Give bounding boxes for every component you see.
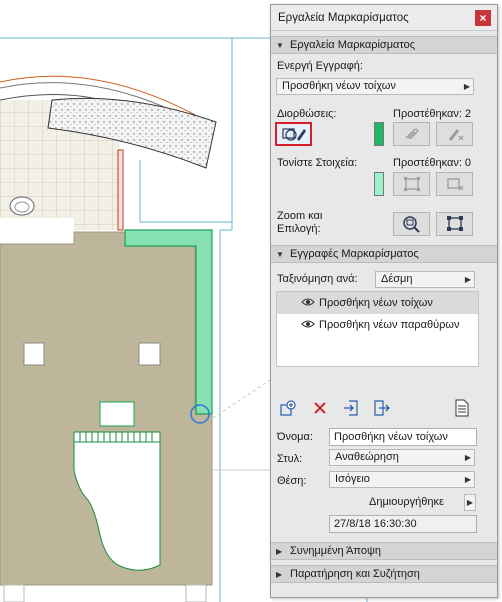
opening bbox=[23, 342, 45, 366]
remove-from-correction-button[interactable] bbox=[436, 122, 473, 146]
expand-arrow-icon: ▶ bbox=[276, 569, 283, 579]
section-header-markup-entries[interactable]: ▼ Εγγραφές Μαρκαρίσματος bbox=[271, 245, 497, 263]
export-button[interactable] bbox=[373, 399, 391, 417]
style-label: Στυλ: bbox=[277, 453, 303, 465]
style-value: Αναθεώρηση bbox=[335, 451, 399, 463]
sort-label: Ταξινόμηση ανά: bbox=[277, 273, 358, 285]
zoom-label-line2: Επιλογή: bbox=[277, 223, 321, 235]
created-label: Δημιουργήθηκε bbox=[369, 496, 444, 508]
section-title: Συνημμένη Άποψη bbox=[290, 545, 381, 557]
zoom-label-line1: Zoom και bbox=[277, 210, 323, 222]
section-header-attached-view[interactable]: ▶ Συνημμένη Άποψη bbox=[271, 542, 497, 560]
export-icon bbox=[374, 400, 390, 416]
section-title: Εργαλεία Μαρκαρίσματος bbox=[290, 39, 416, 51]
footing bbox=[3, 584, 25, 602]
list-item[interactable]: Προσθήκη νέων τοίχων bbox=[277, 292, 478, 314]
palette-titlebar[interactable]: Εργαλεία Μαρκαρίσματος × bbox=[271, 5, 497, 31]
dropdown-arrow-icon: ▶ bbox=[464, 475, 471, 484]
position-label: Θέση: bbox=[277, 475, 307, 487]
markup-entries-list: Προσθήκη νέων τοίχων Προσθήκη νέων παραθ… bbox=[276, 291, 479, 367]
active-entry-value: Προσθήκη νέων τοίχων bbox=[282, 80, 396, 92]
remove-highlight-button[interactable] bbox=[436, 172, 473, 196]
section-title: Εγγραφές Μαρκαρίσματος bbox=[290, 248, 419, 260]
import-icon bbox=[344, 400, 358, 416]
document-icon bbox=[455, 399, 469, 417]
select-elements-icon bbox=[446, 216, 463, 231]
name-field[interactable]: Προσθήκη νέων τοίχων bbox=[329, 428, 477, 446]
opening bbox=[99, 401, 135, 427]
dropdown-arrow-icon: ▶ bbox=[464, 453, 471, 462]
section-header-comments[interactable]: ▶ Παρατήρηση και Συζήτηση bbox=[271, 565, 497, 583]
created-timestamp: 27/8/18 16:30:30 bbox=[329, 515, 477, 533]
markup-pen-button[interactable] bbox=[275, 122, 312, 146]
name-label: Όνομα: bbox=[277, 431, 313, 443]
list-item[interactable]: Προσθήκη νέων παραθύρων bbox=[277, 314, 478, 336]
add-entry-icon bbox=[280, 400, 296, 416]
highlight-remove-icon bbox=[446, 178, 463, 191]
palette-title: Εργαλεία Μαρκαρίσματος bbox=[278, 11, 409, 24]
section-wall bbox=[117, 149, 124, 231]
select-elements-button[interactable] bbox=[436, 212, 473, 236]
highlight-color-swatch[interactable] bbox=[374, 172, 384, 196]
highlight-add-icon bbox=[403, 177, 420, 191]
created-expand-button[interactable]: ▶ bbox=[464, 494, 476, 511]
section-header-markup-tools[interactable]: ▼ Εργαλεία Μαρκαρίσματος bbox=[271, 36, 497, 54]
expand-arrow-icon: ▶ bbox=[276, 546, 283, 556]
delete-entry-button[interactable] bbox=[311, 399, 329, 417]
add-highlight-button[interactable] bbox=[393, 172, 430, 196]
active-entry-label: Ενεργή Εγγραφή: bbox=[277, 60, 363, 72]
style-dropdown[interactable]: Αναθεώρηση ▶ bbox=[329, 449, 475, 466]
corrections-label: Διορθώσεις: bbox=[277, 108, 337, 120]
highlight-added-count: Προστέθηκαν: 0 bbox=[393, 157, 472, 169]
corrections-added-count: Προστέθηκαν: 2 bbox=[393, 108, 472, 120]
markup-tools-palette: Εργαλεία Μαρκαρίσματος × ▼ Εργαλεία Μαρκ… bbox=[270, 4, 498, 598]
correction-color-swatch[interactable] bbox=[374, 122, 384, 146]
dropdown-arrow-icon: ▶ bbox=[464, 275, 471, 284]
section-title: Παρατήρηση και Συζήτηση bbox=[290, 568, 420, 580]
markup-tools-body: Ενεργή Εγγραφή: Προσθήκη νέων τοίχων ▶ Δ… bbox=[271, 54, 497, 245]
list-item-label: Προσθήκη νέων παραθύρων bbox=[319, 319, 460, 331]
add-to-correction-button[interactable] bbox=[393, 122, 430, 146]
expand-arrow-icon: ▶ bbox=[466, 498, 473, 507]
report-button[interactable] bbox=[453, 399, 471, 417]
markup-pen-icon bbox=[281, 128, 306, 141]
eye-icon[interactable] bbox=[301, 297, 319, 310]
active-entry-dropdown[interactable]: Προσθήκη νέων τοίχων ▶ bbox=[276, 78, 474, 95]
dropdown-arrow-icon: ▶ bbox=[463, 82, 470, 91]
delete-x-icon bbox=[314, 402, 326, 414]
sort-dropdown[interactable]: Δέσμη ▶ bbox=[375, 271, 475, 288]
opening bbox=[138, 342, 161, 366]
zoom-button[interactable] bbox=[393, 212, 430, 236]
paperclip-icon bbox=[405, 128, 419, 139]
pen-remove-icon bbox=[448, 129, 463, 141]
footing bbox=[185, 584, 207, 602]
eye-icon[interactable] bbox=[301, 319, 319, 332]
close-button[interactable]: × bbox=[475, 9, 491, 26]
import-button[interactable] bbox=[343, 399, 361, 417]
zoom-magnifier-icon bbox=[402, 216, 420, 233]
new-entry-button[interactable] bbox=[279, 399, 297, 417]
position-dropdown[interactable]: Ισόγειο ▶ bbox=[329, 471, 475, 488]
highlight-label: Τονίστε Στοιχεία: bbox=[277, 157, 358, 169]
position-value: Ισόγειο bbox=[335, 473, 370, 485]
collapse-arrow-icon: ▼ bbox=[276, 249, 284, 259]
list-item-label: Προσθήκη νέων τοίχων bbox=[319, 297, 433, 309]
collapse-arrow-icon: ▼ bbox=[276, 40, 284, 50]
sort-value: Δέσμη bbox=[381, 273, 413, 285]
